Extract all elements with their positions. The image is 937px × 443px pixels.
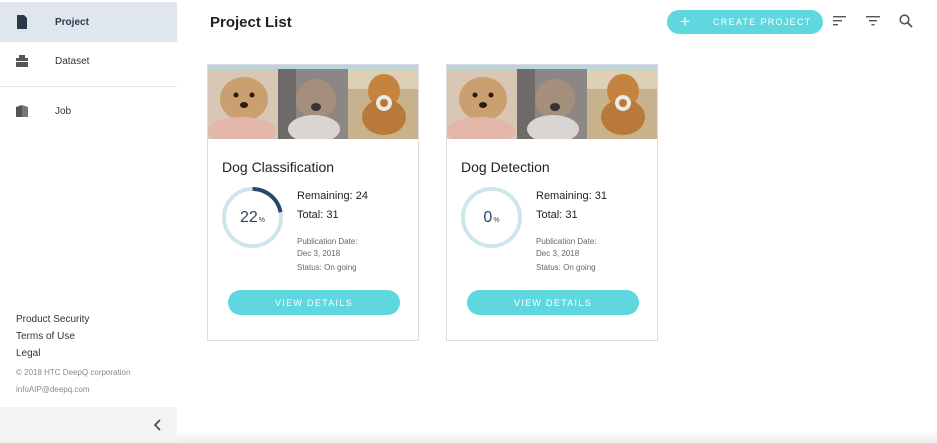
copyright-text: © 2018 HTC DeepQ corporation: [16, 368, 131, 377]
legal-link[interactable]: Legal: [16, 345, 130, 362]
sidebar-divider: [0, 86, 177, 87]
project-title: Dog Classification: [222, 159, 335, 175]
sort-icon[interactable]: [832, 13, 848, 29]
filter-icon[interactable]: [865, 13, 881, 29]
sidebar-item-project[interactable]: Project: [0, 2, 177, 42]
progress-unit: %: [493, 216, 500, 224]
progress-percent: 22 %: [221, 186, 284, 249]
card-photo-strip: [447, 69, 657, 139]
sidebar-item-job[interactable]: Job: [0, 91, 177, 131]
publication-date-label: Publication Date:: [297, 237, 358, 246]
progress-percent: 0 %: [460, 186, 523, 249]
terms-of-use-link[interactable]: Terms of Use: [16, 328, 130, 345]
dog-photo: [447, 69, 517, 139]
create-project-label: CREATE PROJECT: [713, 17, 812, 27]
progress-value: 0: [483, 208, 493, 226]
plus-icon: +: [680, 12, 690, 31]
sidebar-item-label: Project: [55, 16, 89, 28]
dog-photo: [517, 69, 587, 139]
view-details-button[interactable]: VIEW DETAILS: [467, 290, 639, 315]
progress-unit: %: [258, 216, 266, 224]
publication-date: Dec 3, 2018: [297, 249, 341, 258]
project-card[interactable]: Dog Detection 0 % Remaining: 31 Total: 3…: [446, 64, 658, 341]
sidebar-item-dataset[interactable]: Dataset: [0, 41, 177, 81]
create-project-button[interactable]: + CREATE PROJECT: [667, 10, 823, 34]
bottom-shadow: [177, 431, 937, 443]
publication-date: Dec 3, 2018: [536, 249, 580, 258]
card-photo-strip: [208, 69, 418, 139]
contact-email: infoAIP@deepq.com: [16, 385, 90, 394]
project-card[interactable]: Dog Classification 22 % Remaining: 24 To…: [207, 64, 419, 341]
total-count: Total: 31: [297, 209, 339, 221]
book-icon: [16, 105, 28, 117]
product-security-link[interactable]: Product Security: [16, 311, 130, 328]
document-icon: [17, 15, 27, 29]
dog-photo: [278, 69, 348, 139]
total-count: Total: 31: [536, 209, 578, 221]
project-title: Dog Detection: [461, 159, 550, 175]
status-text: Status: On going: [536, 263, 596, 272]
app-root: Project Dataset Job Product Security Ter…: [0, 0, 937, 443]
sidebar-collapse-bar: [0, 407, 177, 443]
folder-icon: [16, 55, 28, 67]
sidebar: Project Dataset Job Product Security Ter…: [0, 0, 177, 443]
view-details-button[interactable]: VIEW DETAILS: [228, 290, 400, 315]
sidebar-item-label: Dataset: [55, 55, 90, 67]
sidebar-item-label: Job: [55, 105, 72, 117]
publication-date-label: Publication Date:: [536, 237, 597, 246]
remaining-count: Remaining: 31: [536, 190, 607, 202]
remaining-count: Remaining: 24: [297, 190, 368, 202]
progress-value: 22: [239, 208, 258, 226]
page-title: Project List: [210, 14, 292, 31]
sidebar-footer: Product Security Terms of Use Legal © 20…: [16, 311, 130, 398]
dog-photo: [208, 69, 278, 139]
dog-photo: [587, 69, 657, 139]
search-icon[interactable]: [898, 13, 914, 29]
dog-photo: [348, 69, 418, 139]
status-text: Status: On going: [297, 263, 357, 272]
chevron-left-icon[interactable]: [151, 417, 165, 433]
